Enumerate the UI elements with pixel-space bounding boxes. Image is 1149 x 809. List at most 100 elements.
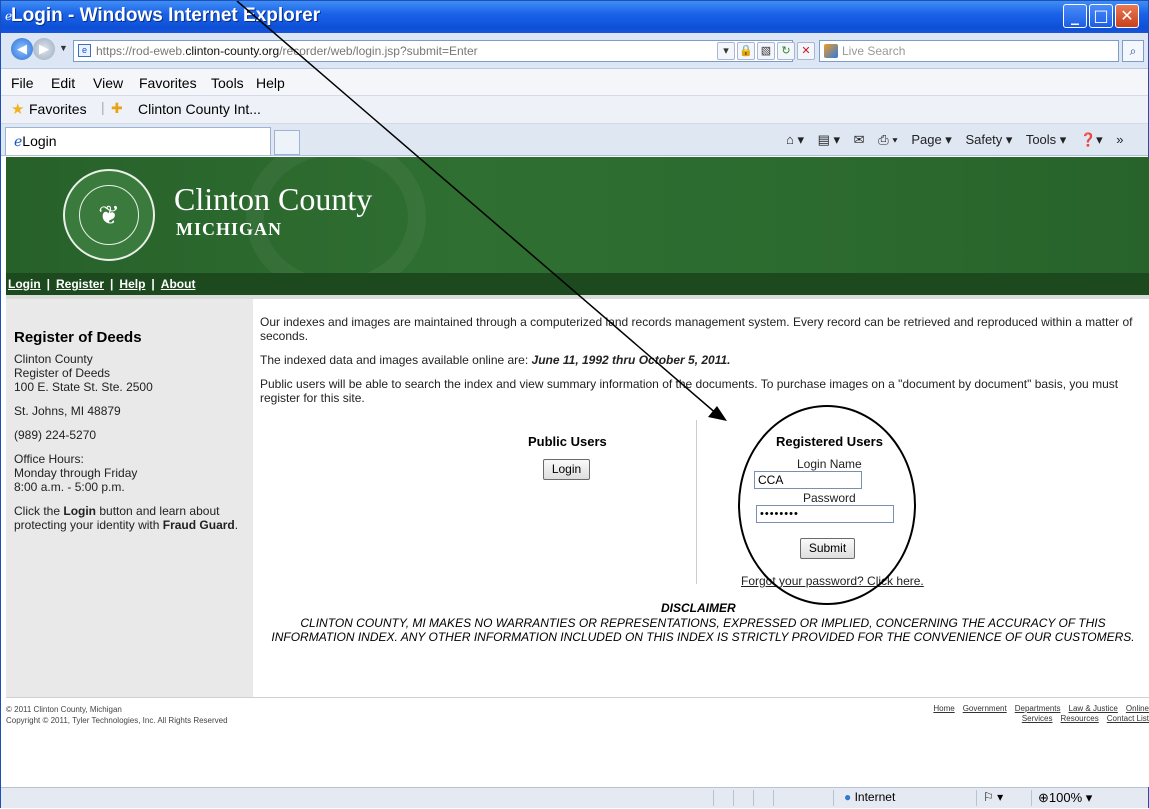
menu-tools[interactable]: Tools (211, 75, 244, 91)
favorites-link-clinton[interactable]: Clinton County Int... (138, 101, 261, 117)
sidebar-title: Register of Deeds (14, 329, 142, 346)
web-page: ❦ Clinton County MICHIGAN Login | Register… (6, 157, 1149, 787)
security-zone[interactable]: ● Internet (833, 790, 963, 806)
close-button[interactable]: ✕ (1115, 4, 1139, 28)
menu-bar: File Edit View Favorites Tools Help (1, 69, 1148, 96)
office-city: St. Johns, MI 48879 (14, 404, 121, 418)
home-icon[interactable]: ⌂ ▾ (786, 132, 804, 147)
date-range-paragraph: The indexed data and images available on… (260, 353, 1140, 367)
search-icon[interactable]: ⌕ (1122, 40, 1144, 62)
add-favorites-icon[interactable]: ✚ (111, 100, 123, 117)
status-bar: ● Internet ⚐ ▾ ⊕100% ▾ (1, 787, 1148, 808)
footer-divider (6, 697, 1149, 698)
state-name: MICHIGAN (176, 219, 282, 239)
nav-about[interactable]: About (161, 277, 196, 291)
print-icon[interactable]: ⎙ ▾ (878, 132, 897, 147)
footer-copyright: © 2011 Clinton County, Michigan Copyrigh… (6, 704, 228, 726)
favorites-bar: ★ Favorites | ✚ Clinton County Int... (1, 96, 1148, 124)
registered-users-heading: Registered Users (776, 434, 883, 449)
address-line: 100 E. State St. Ste. 2500 (14, 380, 153, 394)
zoom-icon: ⊕ (1038, 790, 1049, 805)
back-button[interactable]: ◀ (11, 38, 33, 60)
footer-link-departments[interactable]: Departments (1015, 704, 1061, 713)
compatibility-icon[interactable]: ▧ (757, 42, 775, 60)
refresh-icon[interactable]: ↻ (777, 42, 795, 60)
url-prefix: https://rod-eweb. (96, 44, 186, 58)
status-cell (773, 790, 774, 806)
browser-window: ℯ Login - Windows Internet Explorer _ □ … (0, 0, 1149, 808)
help-icon[interactable]: ❓▾ (1080, 132, 1103, 147)
address-dropdown-icon[interactable]: ▾ (717, 42, 735, 60)
submit-button[interactable]: Submit (800, 538, 855, 559)
page-menu[interactable]: Page ▾ (911, 132, 952, 147)
fraud-guard-word: Fraud Guard (162, 518, 235, 532)
menu-help[interactable]: Help (256, 75, 285, 91)
footer-link-online[interactable]: Online (1126, 704, 1149, 713)
county-name: Clinton County (174, 181, 373, 217)
public-users-paragraph: Public users will be able to search the … (260, 377, 1119, 405)
minimize-button[interactable]: _ (1063, 4, 1087, 28)
mail-icon[interactable]: ✉ (854, 132, 865, 147)
site-nav: Login | Register | Help | About (6, 273, 1149, 295)
safety-menu[interactable]: Safety ▾ (965, 132, 1012, 147)
recent-pages-dropdown-icon[interactable]: ▼ (59, 43, 68, 53)
password-input[interactable]: •••••••• (756, 505, 894, 523)
main-content: Our indexes and images are maintained th… (260, 315, 1140, 415)
disclaimer-text: CLINTON COUNTY, MI MAKES NO WARRANTIES O… (271, 616, 1135, 644)
footer-link-services[interactable]: Services (1022, 714, 1053, 723)
menu-view[interactable]: View (93, 75, 123, 91)
intro-paragraph: Our indexes and images are maintained th… (260, 315, 1133, 343)
command-bar: ⌂ ▾ ▤ ▾ ✉ ⎙ ▾ Page ▾ Safety ▾ Tools ▾ ❓▾… (786, 132, 1134, 148)
address-input[interactable]: e https://rod-eweb.clinton-county.org/rec… (73, 40, 793, 62)
copyright-county: © 2011 Clinton County, Michigan (6, 705, 122, 714)
new-tab-button[interactable] (274, 130, 300, 155)
tools-menu[interactable]: Tools ▾ (1026, 132, 1067, 147)
url-host: clinton-county.org (185, 44, 280, 58)
menu-favorites[interactable]: Favorites (139, 75, 197, 91)
footer-link-resources[interactable]: Resources (1061, 714, 1099, 723)
maximize-button[interactable]: □ (1089, 4, 1113, 28)
zoom-control[interactable]: ⊕100% ▾ (1031, 790, 1141, 806)
page-icon: e (78, 44, 91, 57)
hours-line: Monday through Friday (14, 466, 138, 480)
title-bar: ℯ Login - Windows Internet Explorer _ □ … (1, 1, 1148, 33)
search-input[interactable]: Live Search (819, 40, 1119, 62)
protected-mode-icon[interactable]: ⚐ ▾ (976, 790, 1026, 806)
zoom-level: 100% (1048, 790, 1083, 805)
nav-login[interactable]: Login (8, 277, 41, 291)
hours-line: 8:00 a.m. - 5:00 p.m. (14, 480, 125, 494)
fraud-login-word: Login (63, 504, 97, 518)
fraud-text: . (234, 518, 239, 532)
fraud-text: Click the (14, 504, 64, 518)
footer-link-contact-list[interactable]: Contact List (1107, 714, 1149, 723)
users-divider (696, 420, 697, 584)
public-users-heading: Public Users (528, 434, 607, 449)
feeds-icon[interactable]: ▤ ▾ (818, 132, 840, 147)
footer-link-government[interactable]: Government (963, 704, 1007, 713)
chevron-right-icon[interactable]: » (1116, 132, 1123, 147)
status-cell (713, 790, 714, 806)
footer-link-home[interactable]: Home (933, 704, 954, 713)
stop-icon[interactable]: ✕ (797, 42, 815, 60)
favorites-star-icon[interactable]: ★ (11, 100, 24, 118)
address-line: Register of Deeds (14, 366, 111, 380)
tab-login[interactable]: ℯLogin (5, 127, 271, 155)
forgot-password-link[interactable]: Forgot your password? Click here. (741, 574, 924, 588)
password-label: Password (803, 491, 856, 505)
nav-sep: | (46, 277, 51, 291)
login-name-input[interactable]: CCA (754, 471, 862, 489)
date-range-label: The indexed data and images available on… (260, 353, 532, 367)
copyright-tyler: Copyright © 2011, Tyler Technologies, In… (6, 716, 228, 725)
forward-button[interactable]: ▶ (33, 38, 55, 60)
lock-icon[interactable]: 🔒 (737, 42, 755, 60)
nav-help[interactable]: Help (119, 277, 145, 291)
office-hours: Office Hours: Monday through Friday 8:00… (14, 452, 253, 494)
tab-row: ℯLogin ⌂ ▾ ▤ ▾ ✉ ⎙ ▾ Page ▾ Safety ▾ Too… (1, 124, 1148, 156)
nav-sep: | (151, 277, 155, 291)
favorites-button[interactable]: Favorites (29, 101, 87, 117)
public-login-button[interactable]: Login (543, 459, 590, 480)
menu-file[interactable]: File (11, 75, 34, 91)
menu-edit[interactable]: Edit (51, 75, 75, 91)
nav-register[interactable]: Register (56, 277, 104, 291)
footer-link-law-justice[interactable]: Law & Justice (1069, 704, 1118, 713)
